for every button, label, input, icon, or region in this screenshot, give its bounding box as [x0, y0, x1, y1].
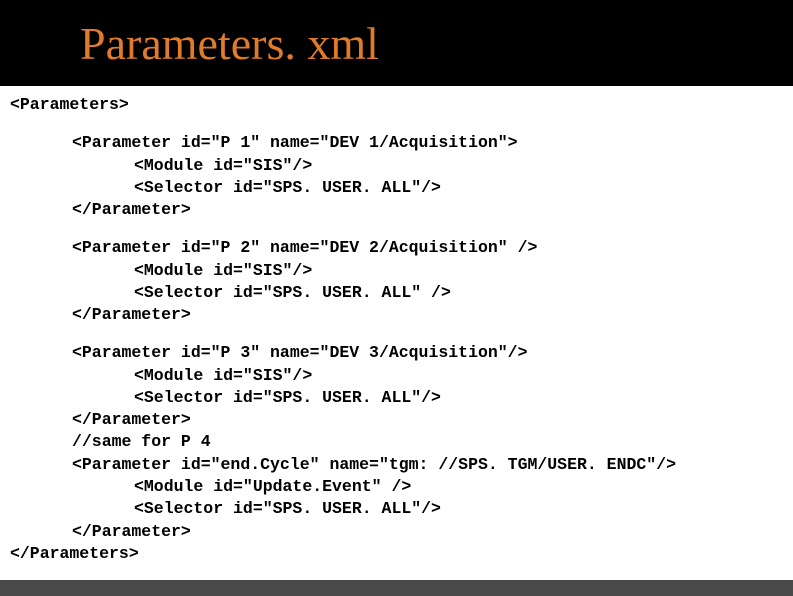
code-line: <Module id="SIS"/> [10, 365, 793, 387]
code-line: <Module id="SIS"/> [10, 155, 793, 177]
code-line: </Parameter> [10, 409, 793, 431]
code-line: <Selector id="SPS. USER. ALL"/> [10, 498, 793, 520]
code-line: </Parameter> [10, 521, 793, 543]
code-line: <Selector id="SPS. USER. ALL" /> [10, 282, 793, 304]
slide-title: Parameters. xml [80, 17, 379, 70]
code-line: <Parameter id="P 1" name="DEV 1/Acquisit… [10, 132, 793, 154]
code-line: <Parameter id="P 3" name="DEV 3/Acquisit… [10, 342, 793, 364]
code-line: <Module id="Update.Event" /> [10, 476, 793, 498]
code-line: //same for P 4 [10, 431, 793, 453]
code-line: <Selector id="SPS. USER. ALL"/> [10, 177, 793, 199]
code-line: <Parameter id="end.Cycle" name="tgm: //S… [10, 454, 793, 476]
xml-code-block: <Parameters> <Parameter id="P 1" name="D… [0, 86, 793, 565]
code-line: <Module id="SIS"/> [10, 260, 793, 282]
title-bar: Parameters. xml [0, 0, 793, 86]
code-line: <Selector id="SPS. USER. ALL"/> [10, 387, 793, 409]
code-line: </Parameter> [10, 199, 793, 221]
code-line: </Parameters> [10, 543, 793, 565]
footer-band [0, 580, 793, 596]
code-line: <Parameter id="P 2" name="DEV 2/Acquisit… [10, 237, 793, 259]
code-line: </Parameter> [10, 304, 793, 326]
code-line: <Parameters> [10, 94, 793, 116]
